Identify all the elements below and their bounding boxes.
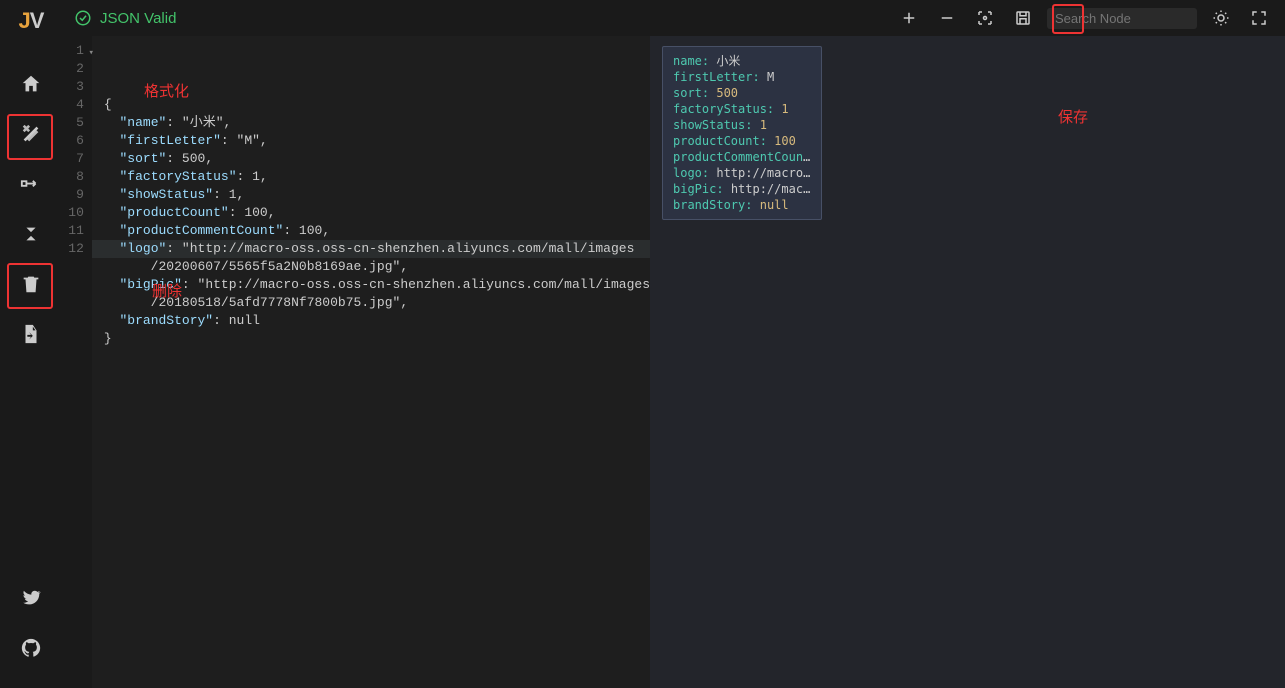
save-button[interactable]: [1009, 4, 1037, 32]
line-gutter: 1▾23456789101112: [62, 36, 92, 688]
node-field: productCount: 100: [673, 133, 811, 149]
code-area[interactable]: { "name": "小米", "firstLetter": "M", "sor…: [92, 36, 650, 688]
node-field: firstLetter: M: [673, 69, 811, 85]
zoom-in-button[interactable]: [895, 4, 923, 32]
home-icon[interactable]: [11, 64, 51, 104]
json-node-card[interactable]: name: 小米firstLetter: Msort: 500factorySt…: [662, 46, 822, 220]
node-field: productCommentCount: 100: [673, 149, 811, 165]
node-field: factoryStatus: 1: [673, 101, 811, 117]
node-field: showStatus: 1: [673, 117, 811, 133]
format-icon[interactable]: [11, 114, 51, 154]
node-field: brandStory: null: [673, 197, 811, 213]
zoom-out-button[interactable]: [933, 4, 961, 32]
node-field: logo: http://macro-oss.…: [673, 165, 811, 181]
node-field: name: 小米: [673, 53, 811, 69]
center-button[interactable]: [971, 4, 999, 32]
search-input[interactable]: [1055, 11, 1231, 26]
twitter-icon[interactable]: [11, 578, 51, 618]
collapse-icon[interactable]: [11, 214, 51, 254]
app-logo: JV: [19, 8, 44, 34]
json-status: JSON Valid: [74, 9, 176, 27]
github-icon[interactable]: [11, 628, 51, 668]
content: 1▾23456789101112 { "name": "小米", "firstL…: [62, 36, 1285, 688]
search-box[interactable]: [1047, 8, 1197, 29]
sidebar: JV: [0, 0, 62, 688]
trash-icon[interactable]: [11, 264, 51, 304]
viewer-pane[interactable]: name: 小米firstLetter: Msort: 500factorySt…: [650, 36, 1285, 688]
flow-icon[interactable]: [11, 164, 51, 204]
check-circle-icon: [74, 9, 92, 27]
import-icon[interactable]: [11, 314, 51, 354]
topbar: JSON Valid: [62, 0, 1285, 36]
node-field: sort: 500: [673, 85, 811, 101]
editor-pane[interactable]: 1▾23456789101112 { "name": "小米", "firstL…: [62, 36, 650, 688]
theme-button[interactable]: [1207, 4, 1235, 32]
node-field: bigPic: http://macro-os…: [673, 181, 811, 197]
fullscreen-button[interactable]: [1245, 4, 1273, 32]
